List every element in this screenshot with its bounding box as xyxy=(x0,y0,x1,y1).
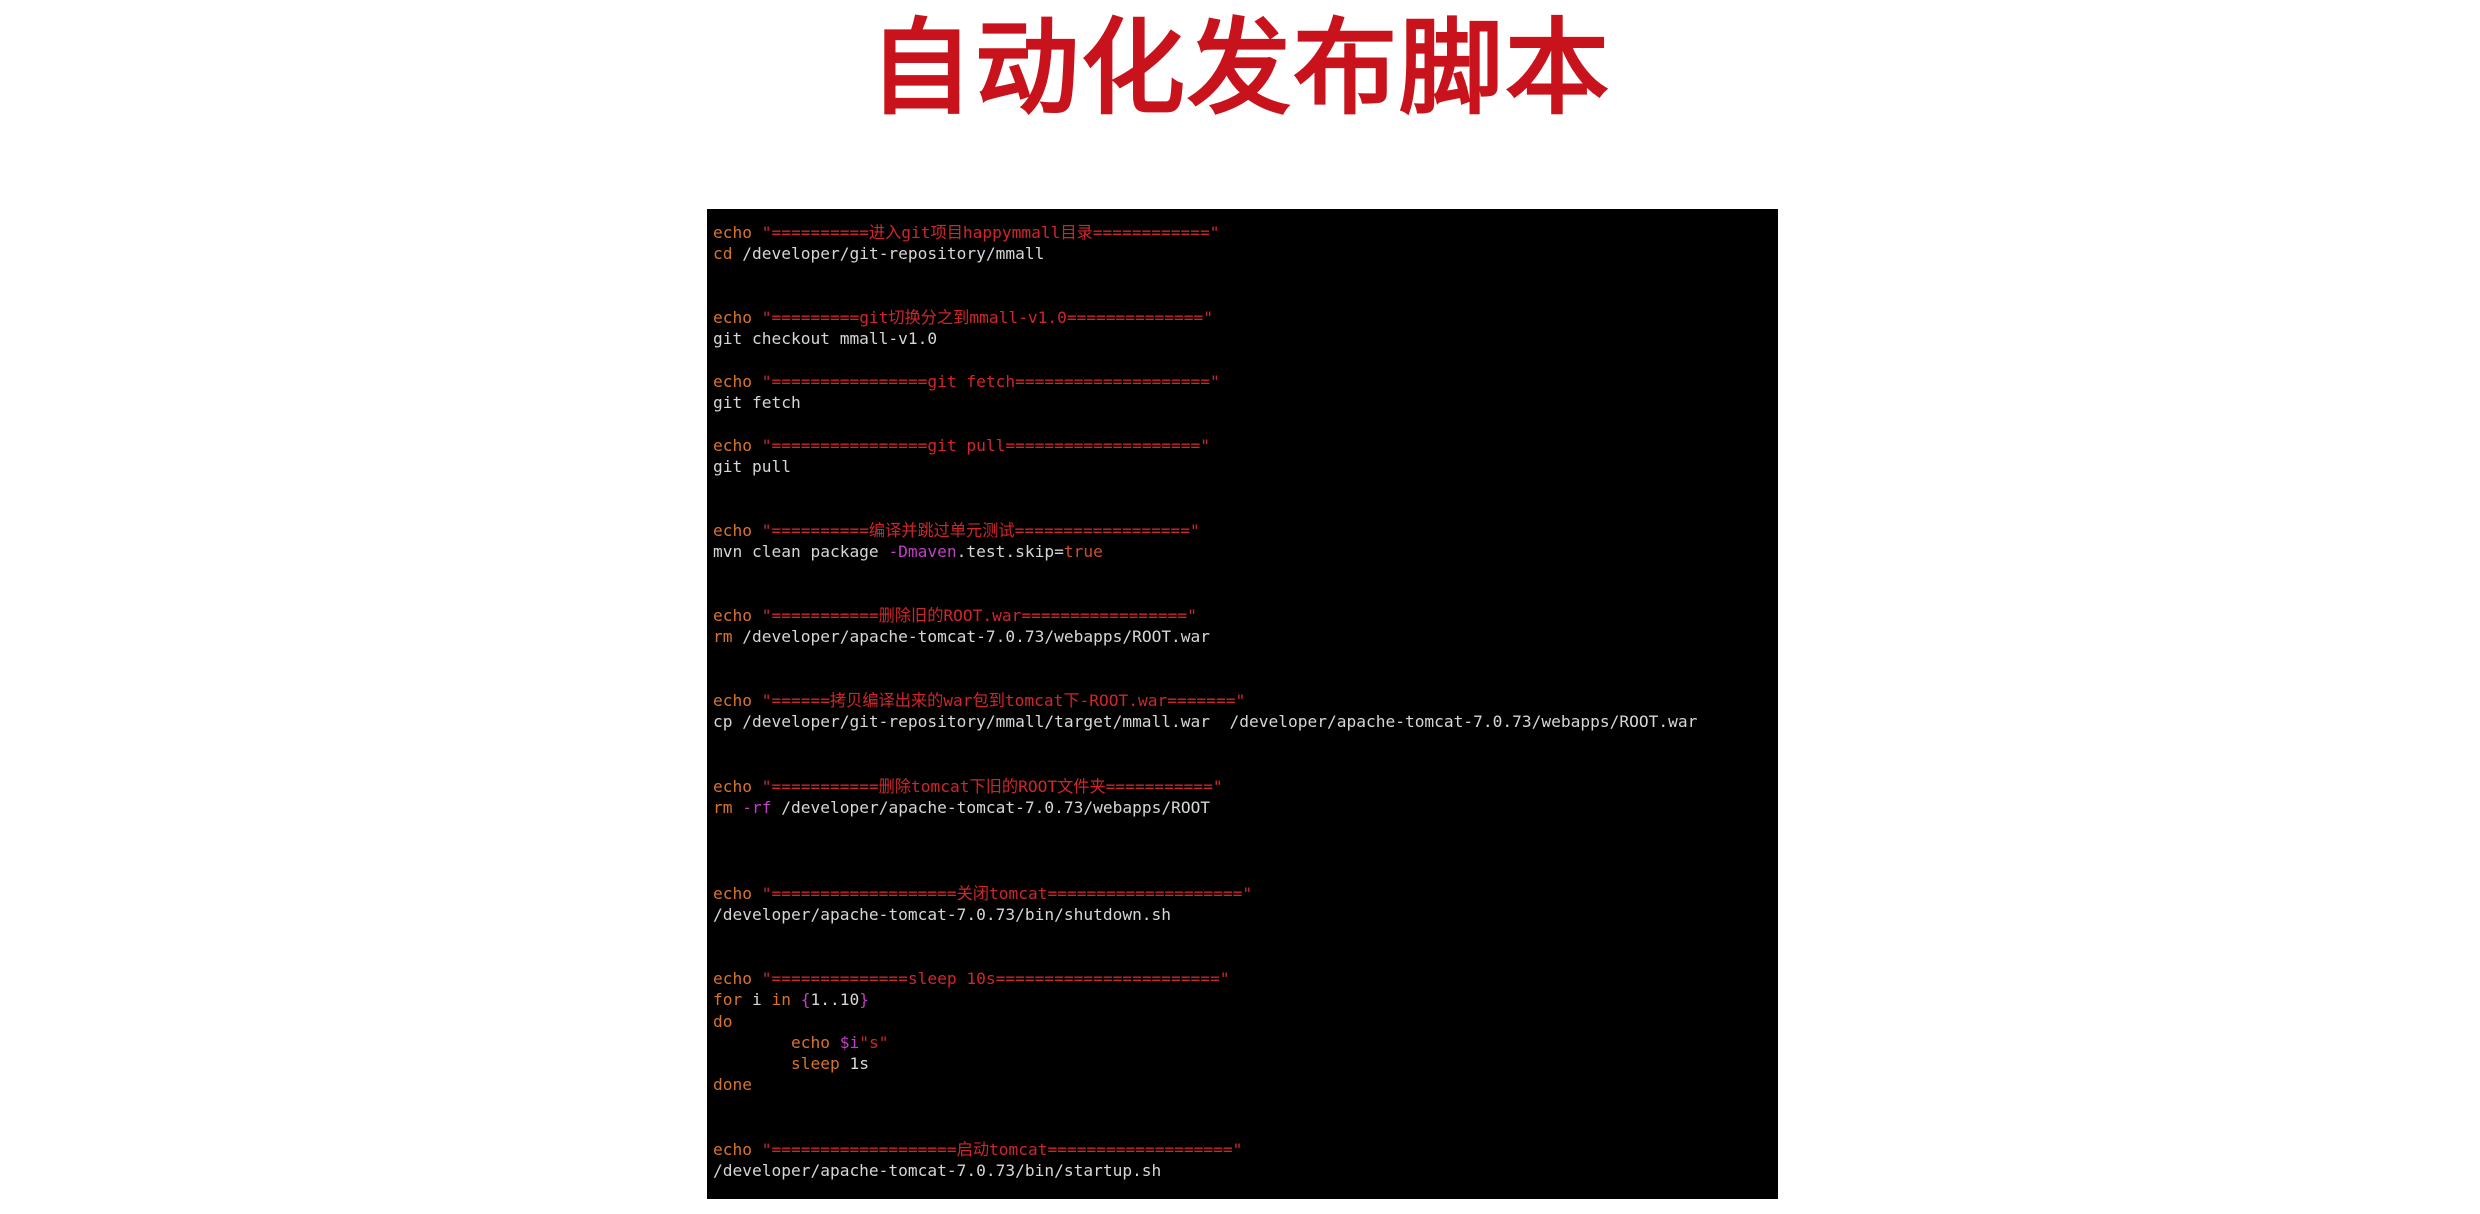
code-token: echo xyxy=(713,777,762,796)
code-token: mvn clean package xyxy=(713,542,889,561)
code-line: echo "===================启动tomcat=======… xyxy=(713,1139,1242,1161)
code-token: in xyxy=(771,990,801,1009)
code-token: /developer/git-repository/mmall xyxy=(742,244,1045,263)
code-token: echo xyxy=(713,969,762,988)
code-line: mvn clean package -Dmaven.test.skip=true xyxy=(713,541,1103,563)
code-token: echo xyxy=(713,1140,762,1159)
code-terminal: echo "==========进入git项目happymmall目录=====… xyxy=(707,209,1778,1199)
code-line: /developer/apache-tomcat-7.0.73/bin/shut… xyxy=(713,904,1171,926)
code-line: git checkout mmall-v1.0 xyxy=(713,328,937,350)
code-token: "===================关闭tomcat============… xyxy=(761,884,1253,903)
code-line: cd /developer/git-repository/mmall xyxy=(713,243,1044,265)
code-line: git pull xyxy=(713,456,791,478)
code-token: "================git pull===============… xyxy=(761,436,1211,455)
code-token: echo xyxy=(713,223,762,242)
code-line: git fetch xyxy=(713,392,801,414)
slide-title: 自动化发布脚本 xyxy=(868,7,1611,129)
code-line: /developer/apache-tomcat-7.0.73/bin/star… xyxy=(713,1160,1161,1182)
code-token: -Dmaven xyxy=(888,542,957,561)
code-line: for i in {1..10} xyxy=(713,989,869,1011)
code-token: 1s xyxy=(849,1054,869,1073)
code-line: sleep 1s xyxy=(713,1053,869,1075)
code-token: /developer/apache-tomcat-7.0.73/bin/shut… xyxy=(713,905,1172,924)
code-token: cp /developer/git-repository/mmall/targe… xyxy=(713,712,1698,731)
code-token: done xyxy=(713,1075,752,1094)
code-token: rm xyxy=(713,627,743,646)
code-line: do xyxy=(713,1011,733,1033)
code-line: echo "==============sleep 10s===========… xyxy=(713,968,1230,990)
code-line: echo "===================关闭tomcat=======… xyxy=(713,883,1252,905)
code-token: "===========删除tomcat下旧的ROOT文件夹==========… xyxy=(761,777,1223,796)
code-token: "==============sleep 10s================… xyxy=(761,969,1230,988)
code-token: /developer/apache-tomcat-7.0.73/bin/star… xyxy=(713,1161,1162,1180)
code-token: do xyxy=(713,1012,733,1031)
code-line: echo "=========git切换分之到mmall-v1.0=======… xyxy=(713,307,1213,329)
code-token: $i xyxy=(839,1033,860,1052)
code-token: "================git fetch==============… xyxy=(761,372,1220,391)
code-line: echo $i"s" xyxy=(713,1032,888,1054)
code-token: echo xyxy=(713,691,762,710)
code-line: echo "==========编译并跳过单元测试===============… xyxy=(713,520,1200,542)
code-token: echo xyxy=(713,308,762,327)
code-token: echo xyxy=(713,521,762,540)
code-line: echo "===========删除旧的ROOT.war===========… xyxy=(713,605,1197,627)
code-token: echo xyxy=(713,372,762,391)
code-line: echo "======拷贝编译出来的war包到tomcat下-ROOT.war… xyxy=(713,690,1245,712)
code-token: true xyxy=(1063,542,1103,561)
code-token: } xyxy=(859,990,869,1009)
code-token: "==========进入git项目happymmall目录==========… xyxy=(761,223,1220,242)
code-token: git fetch xyxy=(713,393,801,412)
code-line: done xyxy=(713,1074,752,1096)
code-token: /developer/apache-tomcat-7.0.73/webapps/… xyxy=(742,627,1211,646)
code-token: echo xyxy=(713,884,762,903)
code-token: -rf xyxy=(742,798,772,817)
code-token: for xyxy=(713,990,752,1009)
code-token: sleep xyxy=(790,1054,850,1073)
code-token: "=========git切换分之到mmall-v1.0============… xyxy=(761,308,1214,327)
code-token: git checkout mmall-v1.0 xyxy=(713,329,938,348)
code-token: .test.skip= xyxy=(956,542,1064,561)
code-token: i xyxy=(751,990,772,1009)
code-token: "===================启动tomcat============… xyxy=(761,1140,1243,1159)
code-token: git pull xyxy=(713,457,791,476)
code-token: "===========删除旧的ROOT.war================… xyxy=(761,606,1197,625)
code-token: echo xyxy=(713,436,762,455)
code-line: echo "===========删除tomcat下旧的ROOT文件夹=====… xyxy=(713,776,1223,798)
code-token: "======拷贝编译出来的war包到tomcat下-ROOT.war=====… xyxy=(761,691,1246,710)
code-token: cd xyxy=(713,244,743,263)
code-token: echo xyxy=(713,606,762,625)
code-token: "s" xyxy=(859,1033,889,1052)
code-line: echo "================git pull==========… xyxy=(713,435,1210,457)
code-token: "==========编译并跳过单元测试==================" xyxy=(761,521,1200,540)
code-line: rm /developer/apache-tomcat-7.0.73/webap… xyxy=(713,626,1210,648)
code-token: echo xyxy=(790,1033,840,1052)
code-line: cp /developer/git-repository/mmall/targe… xyxy=(713,711,1697,733)
code-line: echo "==========进入git项目happymmall目录=====… xyxy=(713,222,1219,244)
code-line: rm -rf /developer/apache-tomcat-7.0.73/w… xyxy=(713,797,1210,819)
code-token: 1..10 xyxy=(810,990,860,1009)
code-token: rm xyxy=(713,798,743,817)
code-line: echo "================git fetch=========… xyxy=(713,371,1220,393)
code-token: /developer/apache-tomcat-7.0.73/webapps/… xyxy=(771,798,1211,817)
